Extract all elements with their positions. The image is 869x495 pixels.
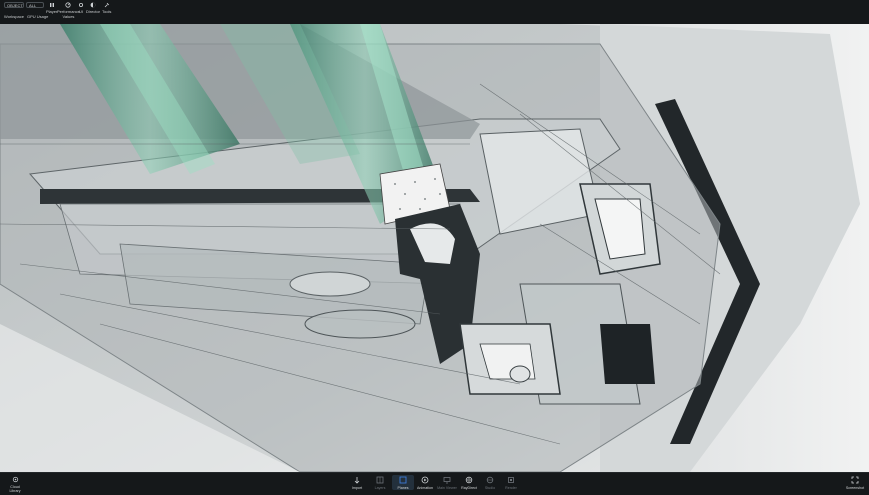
toolbar-tools[interactable]: Tools xyxy=(102,2,111,14)
toolbar-performance-sublabel: Values xyxy=(62,14,75,19)
toolbar-director-label: Director xyxy=(86,9,101,14)
screenshot-button[interactable]: Screenshot xyxy=(844,475,866,490)
toolbar-workspace[interactable]: Workspace xyxy=(4,14,24,19)
toolbar-ui-label: UI xyxy=(79,9,83,14)
render-icon xyxy=(508,477,514,483)
3d-viewport[interactable] xyxy=(0,24,869,472)
layers-label: Layers xyxy=(374,486,386,490)
raydirect-icon xyxy=(465,476,473,484)
screenshot-label: Screenshot xyxy=(845,486,865,490)
render-label: Render xyxy=(505,486,517,490)
planes-label: Planes xyxy=(397,486,409,490)
scope-selector[interactable]: ALL xyxy=(26,2,44,8)
studio-label: Studio xyxy=(484,486,496,490)
cloud-library-sublabel: Library xyxy=(9,489,21,493)
toolbar-ui[interactable]: UI xyxy=(78,2,84,14)
viewer-icon xyxy=(443,477,451,484)
bottom-main-viewer-button[interactable]: Main Viewer xyxy=(436,475,458,490)
cloud-library-icon xyxy=(12,476,18,483)
main-viewer-label: Main Viewer xyxy=(437,486,457,490)
cloud-library-button[interactable]: Cloud Library xyxy=(6,475,24,493)
toolbar-workspace-label: Workspace xyxy=(4,14,24,19)
import-icon xyxy=(354,477,360,484)
director-icon xyxy=(90,2,96,8)
ui-icon xyxy=(78,2,84,8)
bottom-toolbar: Cloud Library Import Layers Planes Anima… xyxy=(0,472,869,495)
bottom-render-button[interactable]: Render xyxy=(500,475,522,490)
object-selector[interactable]: OBJECT xyxy=(4,2,24,8)
toolbar-gpu-usage[interactable]: GPU Usage xyxy=(27,14,48,19)
animation-label: Animation xyxy=(417,486,433,490)
planes-icon xyxy=(399,476,407,484)
toolbar-gpu-usage-label: GPU Usage xyxy=(27,14,49,19)
bottom-studio-button[interactable]: Studio xyxy=(479,475,501,490)
bottom-animation-button[interactable]: Animation xyxy=(414,475,436,490)
toolbar-performance[interactable]: Performance Values xyxy=(57,2,80,19)
toolbar-player[interactable]: Player xyxy=(46,2,57,14)
studio-icon xyxy=(486,476,494,484)
screenshot-icon xyxy=(851,476,859,484)
import-label: Import xyxy=(351,486,363,490)
toolbar-tools-label: Tools xyxy=(102,9,112,14)
bottom-planes-button[interactable]: Planes xyxy=(392,475,414,490)
animation-icon xyxy=(421,476,429,484)
bottom-raydirect-button[interactable]: RayDirect xyxy=(458,475,480,490)
layers-icon xyxy=(376,476,384,484)
top-toolbar: OBJECT ALL Workspace GPU Usage Player Pe… xyxy=(0,0,869,25)
toolbar-director[interactable]: Director xyxy=(86,2,100,14)
toolbar-player-label: Player xyxy=(46,9,58,14)
window-profile-render xyxy=(0,24,869,472)
bottom-layers-button[interactable]: Layers xyxy=(369,475,391,490)
bottom-import-button[interactable]: Import xyxy=(346,475,368,490)
raydirect-label: RayDirect xyxy=(461,486,477,490)
performance-icon xyxy=(65,2,72,8)
player-icon xyxy=(49,3,54,7)
tools-icon xyxy=(104,2,109,8)
